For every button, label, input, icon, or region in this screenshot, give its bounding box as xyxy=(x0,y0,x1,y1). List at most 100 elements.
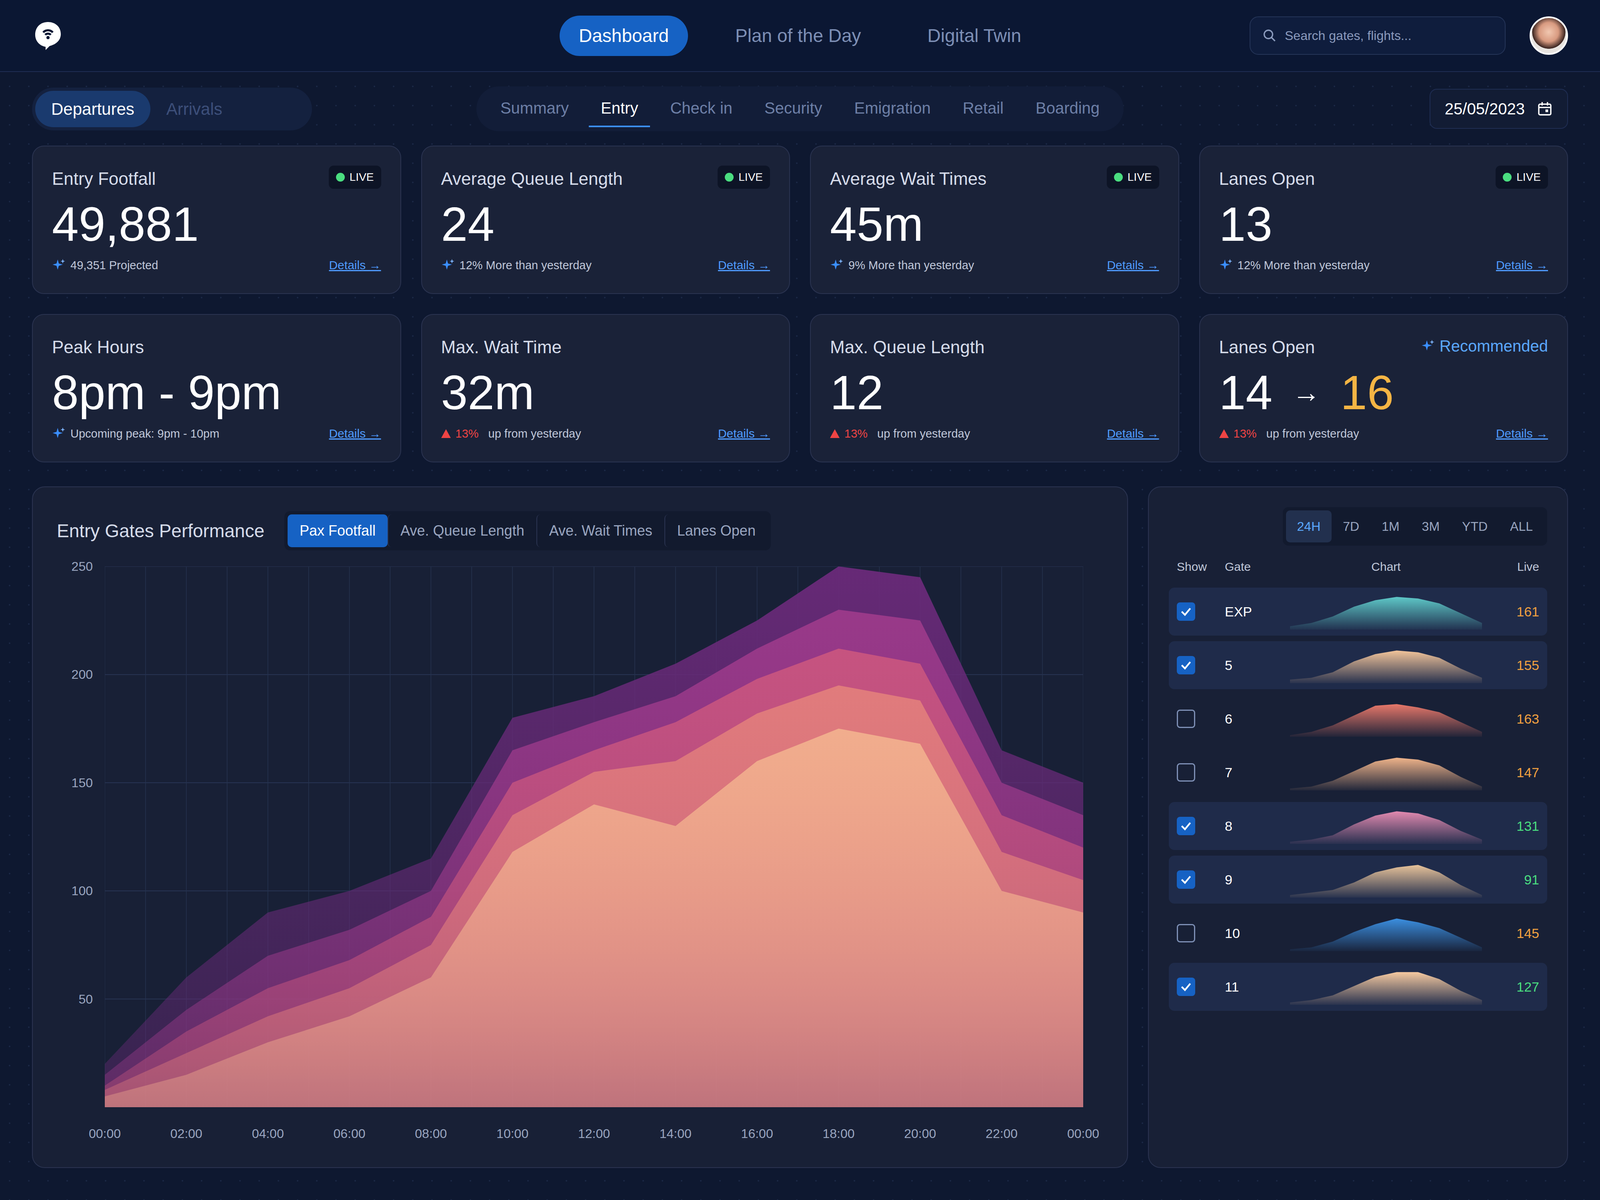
direction-option[interactable]: Arrivals xyxy=(150,90,239,128)
live-badge: LIVE xyxy=(1495,165,1548,189)
main-nav: Dashboard Plan of the Day Digital Twin xyxy=(392,15,1208,56)
section-tab[interactable]: Summary xyxy=(488,90,581,128)
nav-tab[interactable]: Dashboard xyxy=(559,15,688,56)
details-link[interactable]: Details → xyxy=(718,256,770,274)
metric-cards: Entry FootfallLIVE49,88149,351 Projected… xyxy=(0,145,1600,463)
sparkline xyxy=(1290,700,1482,737)
metric-card[interactable]: Max. Queue Length1213%up from yesterdayD… xyxy=(810,314,1180,463)
metric-tabs: Pax FootfallAve. Queue LengthAve. Wait T… xyxy=(284,511,771,551)
sparkle-icon xyxy=(1421,339,1435,353)
nav-tab[interactable]: Plan of the Day xyxy=(716,15,881,56)
show-checkbox[interactable] xyxy=(1176,816,1196,836)
date-picker[interactable]: 25/05/2023 xyxy=(1429,88,1568,129)
sparkline xyxy=(1290,593,1482,630)
gate-row[interactable]: 991 xyxy=(1168,855,1548,904)
y-axis: 25020015010050 xyxy=(56,566,93,1144)
sparkle-icon xyxy=(441,258,455,272)
search-icon xyxy=(1262,28,1277,43)
live-off xyxy=(1158,334,1160,335)
range-tab[interactable]: 3M xyxy=(1410,510,1451,543)
gate-row[interactable]: 11127 xyxy=(1168,962,1548,1011)
show-checkbox[interactable] xyxy=(1176,977,1196,996)
section-tab[interactable]: Retail xyxy=(950,90,1016,128)
metric-tab[interactable]: Lanes Open xyxy=(664,514,768,548)
details-link[interactable]: Details → xyxy=(328,256,381,274)
gate-table-header: ShowGateChartLive xyxy=(1168,557,1548,576)
nav-tab[interactable]: Digital Twin xyxy=(908,15,1041,56)
section-tab[interactable]: Security xyxy=(752,90,835,128)
sparkline xyxy=(1290,754,1482,791)
avatar[interactable] xyxy=(1529,16,1568,55)
gate-row[interactable]: 7147 xyxy=(1168,748,1548,797)
sparkle-icon xyxy=(52,258,66,272)
sparkle-icon xyxy=(52,426,66,441)
gate-row[interactable]: EXP161 xyxy=(1168,587,1548,636)
metric-card[interactable]: Entry FootfallLIVE49,88149,351 Projected… xyxy=(32,145,402,294)
check-icon xyxy=(1179,980,1193,994)
live-dot xyxy=(1502,172,1512,182)
metric-tab[interactable]: Ave. Queue Length xyxy=(387,514,537,548)
range-tab[interactable]: ALL xyxy=(1498,510,1544,543)
live-badge: LIVE xyxy=(1106,165,1160,189)
search-input[interactable] xyxy=(1284,26,1493,46)
top-bar: Dashboard Plan of the Day Digital Twin xyxy=(0,0,1600,72)
sparkle-icon xyxy=(830,258,844,272)
series-area xyxy=(104,685,1084,1108)
series-area xyxy=(104,648,1084,1108)
logo-icon[interactable] xyxy=(32,19,64,52)
range-tab[interactable]: 7D xyxy=(1331,510,1371,543)
section-tabs: SummaryEntryCheck inSecurityEmigrationRe… xyxy=(476,86,1124,132)
live-dot xyxy=(336,172,345,182)
show-checkbox[interactable] xyxy=(1176,870,1196,889)
metric-tab[interactable]: Pax Footfall xyxy=(287,514,388,548)
details-link[interactable]: Details → xyxy=(1496,424,1548,443)
live-off xyxy=(769,334,770,335)
details-link[interactable]: Details → xyxy=(1106,256,1159,274)
section-tab[interactable]: Boarding xyxy=(1023,90,1112,128)
metric-card[interactable]: Max. Wait Time32m13%up from yesterdayDet… xyxy=(421,314,791,463)
gate-row[interactable]: 10145 xyxy=(1168,909,1548,958)
live-badge: LIVE xyxy=(717,165,770,189)
recommended-label: Recommended xyxy=(1421,334,1548,358)
check-icon xyxy=(1179,658,1193,672)
range-tab[interactable]: 1M xyxy=(1370,510,1411,543)
gate-row[interactable]: 6163 xyxy=(1168,694,1548,743)
sparkline xyxy=(1290,861,1482,898)
show-checkbox[interactable] xyxy=(1176,602,1196,621)
metric-card[interactable]: Average Wait TimesLIVE45m9% More than ye… xyxy=(810,145,1180,294)
metric-card[interactable]: Average Queue LengthLIVE2412% More than … xyxy=(421,145,791,294)
gate-panel: 24H7D1M3MYTDALL ShowGateChartLive EXP161 51… xyxy=(1148,486,1568,1168)
direction-option[interactable]: Departures xyxy=(35,90,151,128)
show-checkbox[interactable] xyxy=(1176,656,1196,675)
range-tabs: 24H7D1M3MYTDALL xyxy=(1282,507,1548,546)
up-triangle-icon xyxy=(441,429,451,438)
section-tab[interactable]: Entry xyxy=(588,90,650,128)
up-triangle-icon xyxy=(1219,429,1229,438)
details-link[interactable]: Details → xyxy=(718,424,770,443)
calendar-icon xyxy=(1536,100,1553,117)
sparkline xyxy=(1290,808,1482,844)
live-dot xyxy=(724,172,734,182)
sparkline xyxy=(1290,915,1482,952)
show-checkbox[interactable] xyxy=(1176,763,1196,782)
details-link[interactable]: Details → xyxy=(1106,424,1159,443)
details-link[interactable]: Details → xyxy=(328,424,381,443)
gate-row[interactable]: 5155 xyxy=(1168,641,1548,690)
gate-row[interactable]: 8131 xyxy=(1168,802,1548,850)
metric-card[interactable]: Lanes OpenRecommended14→1613%up from yes… xyxy=(1199,314,1569,463)
range-tab[interactable]: YTD xyxy=(1450,510,1499,543)
up-triangle-icon xyxy=(830,429,840,438)
show-checkbox[interactable] xyxy=(1176,924,1196,943)
metric-card[interactable]: Lanes OpenLIVE1312% More than yesterdayD… xyxy=(1199,145,1569,294)
metric-card[interactable]: Peak Hours8pm - 9pmUpcoming peak: 9pm - … xyxy=(32,314,402,463)
range-tab[interactable]: 24H xyxy=(1286,510,1332,543)
area-chart xyxy=(104,566,1084,1108)
details-link[interactable]: Details → xyxy=(1496,256,1548,274)
section-tab[interactable]: Check in xyxy=(658,90,745,128)
section-tab[interactable]: Emigration xyxy=(842,90,943,128)
search-box[interactable] xyxy=(1249,16,1506,55)
check-icon xyxy=(1179,819,1193,833)
show-checkbox[interactable] xyxy=(1176,709,1196,728)
sparkline xyxy=(1290,968,1482,1005)
metric-tab[interactable]: Ave. Wait Times xyxy=(536,514,665,548)
